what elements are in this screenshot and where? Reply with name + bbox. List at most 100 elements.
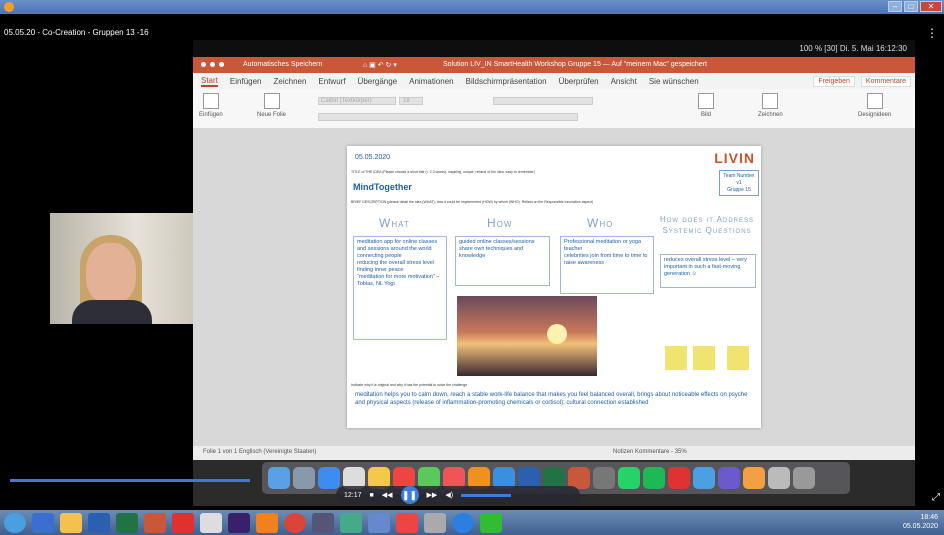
clock-time: 18:46	[920, 514, 938, 521]
tab-bildschirmpraesentation[interactable]: Bildschirmpräsentation	[466, 77, 547, 86]
rewind-icon[interactable]: ◀◀	[382, 491, 393, 499]
tab-einfuegen[interactable]: Einfügen	[230, 77, 262, 86]
design-ideas-label: Designideen	[858, 112, 892, 118]
paste-label: Einfügen	[199, 112, 223, 118]
windows-taskbar	[0, 510, 944, 535]
explorer-icon[interactable]	[60, 512, 82, 533]
app-icon[interactable]	[312, 512, 334, 533]
maximize-button[interactable]: □	[904, 1, 918, 12]
how-list: guided online classes/sessions share own…	[455, 236, 550, 286]
slide[interactable]: 05.05.2020 LIVIN TITLE of THE IDEA (Plea…	[347, 146, 761, 428]
app-icon[interactable]	[200, 512, 222, 533]
vlc-icon[interactable]	[256, 512, 278, 533]
stop-icon[interactable]: ■	[370, 492, 374, 499]
meditation-photo	[457, 296, 597, 376]
excel-icon[interactable]	[116, 512, 138, 533]
chrome-icon[interactable]	[284, 512, 306, 533]
design-ideas-button[interactable]: Designideen	[858, 93, 891, 118]
window-titlebar: – □ ✕	[0, 0, 944, 14]
drawing-button[interactable]: Zeichnen	[758, 93, 783, 118]
comments-button[interactable]: Kommentare	[860, 76, 911, 87]
drawing-label: Zeichnen	[758, 112, 783, 118]
list-item: meditation app for online classes and se…	[357, 239, 438, 252]
app-icon[interactable]	[340, 512, 362, 533]
app-icon[interactable]	[743, 467, 765, 489]
font-size-value: 18	[403, 98, 410, 104]
app-icon[interactable]	[668, 467, 690, 489]
whatsapp-icon[interactable]	[618, 467, 640, 489]
team-number-label: Team Number	[723, 173, 755, 179]
list-item: finding inner peace	[357, 267, 404, 273]
heading-what: What	[379, 216, 410, 230]
pause-button[interactable]: ❚❚	[400, 486, 419, 504]
why-label: Indicate why it is original and why it h…	[351, 383, 468, 387]
fullscreen-icon[interactable]: ⤢	[932, 492, 940, 503]
volume-slider[interactable]	[461, 493, 512, 497]
image-button[interactable]: Bild	[698, 93, 714, 118]
document-title: Solution LIV_IN SmartHealth Workshop Gru…	[443, 61, 707, 68]
list-item: guided online classes/sessions	[459, 239, 535, 245]
app-icon[interactable]	[424, 512, 446, 533]
sticky-note	[665, 346, 687, 370]
autosave-label[interactable]: Automatisches Speichern	[243, 61, 322, 68]
tab-animationen[interactable]: Animationen	[409, 77, 453, 86]
mac-menubar: 100 % [30] Di. 5. Mai 16:12:30	[193, 40, 915, 57]
image-label: Bild	[700, 112, 711, 118]
traffic-lights[interactable]	[201, 62, 224, 67]
minimize-button[interactable]: –	[888, 1, 902, 12]
paragraph-tools[interactable]	[493, 97, 593, 105]
pdf-icon[interactable]	[396, 512, 418, 533]
sticky-note	[727, 346, 749, 370]
paste-button[interactable]: Einfügen	[199, 93, 223, 118]
tab-zeichnen[interactable]: Zeichnen	[274, 77, 307, 86]
team-number-box: Team Number v1 Gruppe 15	[719, 170, 759, 196]
new-slide-label: Neue Folie	[257, 112, 287, 118]
window-controls: – □ ✕	[888, 1, 942, 12]
list-item: reducing the overall stress level	[357, 260, 435, 266]
tab-uebergaenge[interactable]: Übergänge	[358, 77, 398, 86]
edge-icon[interactable]	[452, 512, 474, 533]
sticky-note	[693, 346, 715, 370]
status-right[interactable]: Notizen Kommentare - 35%	[613, 449, 687, 455]
list-item: share own techniques and knowledge	[459, 246, 524, 259]
finder-icon[interactable]	[268, 467, 290, 489]
list-item: celebrities join from time to time to ra…	[564, 253, 648, 266]
share-button[interactable]: Freigeben	[813, 76, 855, 87]
tab-ansicht[interactable]: Ansicht	[611, 77, 637, 86]
zoom-icon[interactable]	[693, 467, 715, 489]
safari-icon[interactable]	[318, 467, 340, 489]
close-button[interactable]: ✕	[920, 1, 942, 12]
acrobat-icon[interactable]	[172, 512, 194, 533]
systemic-text: reduces overall stress level – very impo…	[664, 257, 747, 277]
team-version: v1	[736, 180, 742, 186]
app-icon[interactable]	[368, 512, 390, 533]
spotify-icon[interactable]	[643, 467, 665, 489]
tab-ueberpruefen[interactable]: Überprüfen	[559, 77, 599, 86]
app-icon[interactable]	[480, 512, 502, 533]
start-button-icon[interactable]	[4, 512, 26, 533]
premiere-icon[interactable]	[228, 512, 250, 533]
menubar-status: 100 % [30] Di. 5. Mai 16:12:30	[799, 44, 907, 53]
word-icon[interactable]	[88, 512, 110, 533]
new-slide-button[interactable]: Neue Folie	[257, 93, 286, 118]
tab-start[interactable]: Start	[201, 76, 218, 87]
slide-date: 05.05.2020	[355, 154, 391, 161]
teams-icon[interactable]	[718, 467, 740, 489]
app-icon[interactable]	[32, 512, 54, 533]
trash-icon[interactable]	[793, 467, 815, 489]
powerpoint-icon[interactable]	[144, 512, 166, 533]
video-progress-bar[interactable]	[10, 479, 250, 482]
ribbon-tabs: Start Einfügen Zeichnen Entwurf Übergäng…	[193, 73, 915, 89]
volume-icon[interactable]: ◀)	[445, 491, 453, 499]
forward-icon[interactable]: ▶▶	[427, 491, 438, 499]
quick-access-icons[interactable]: ⌂ ▣ ↶ ↻ ▾	[363, 61, 397, 69]
team-group: Gruppe 15	[727, 187, 751, 193]
downloads-icon[interactable]	[768, 467, 790, 489]
format-tools[interactable]	[318, 113, 578, 121]
app-icon[interactable]	[593, 467, 615, 489]
tab-entwurf[interactable]: Entwurf	[318, 77, 345, 86]
more-options-icon[interactable]: ⋮	[926, 26, 938, 40]
tell-me-search[interactable]: Sie wünschen	[649, 77, 699, 86]
launchpad-icon[interactable]	[293, 467, 315, 489]
ribbon-toolbar: Einfügen Neue Folie Calibri (Textkörper)…	[193, 89, 915, 129]
